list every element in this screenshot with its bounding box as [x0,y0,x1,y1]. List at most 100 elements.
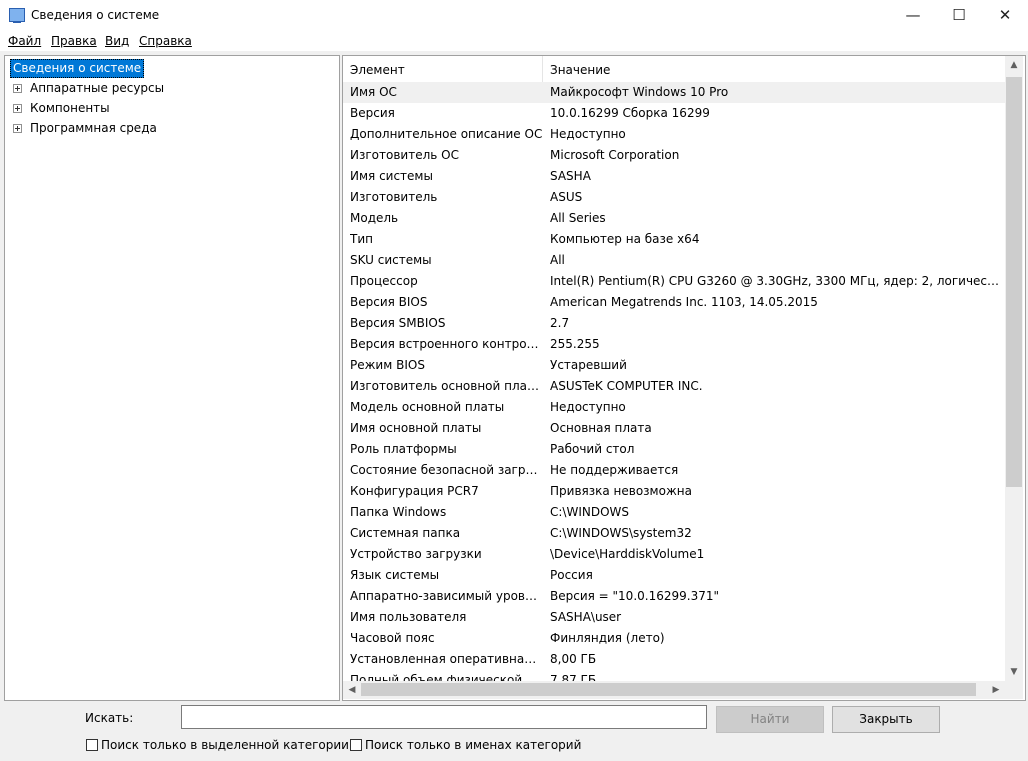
table-row[interactable]: Режим BIOS Устаревший [343,355,1005,376]
table-row[interactable]: Версия SMBIOS 2.7 [343,313,1005,334]
row-item-name: Изготовитель основной платы [350,379,543,393]
menu-file[interactable]: Файл [8,34,41,48]
details-list: Элемент Значение Имя ОС Майкрософт Window… [342,55,1026,701]
row-item-name: Изготовитель [350,190,438,204]
search-selected-category-label: Поиск только в выделенной категории [101,738,349,752]
table-row[interactable]: Состояние безопасной загруз... Не поддерж… [343,460,1005,481]
close-window-button[interactable]: ✕ [982,0,1028,31]
close-button[interactable]: Закрыть [832,706,940,733]
table-row[interactable]: Модель основной платы Недоступно [343,397,1005,418]
table-row[interactable]: Изготовитель основной платы ASUSTeK COMPU… [343,376,1005,397]
row-item-name: Версия встроенного контролл... [350,337,543,351]
row-item-value: Недоступно [550,127,626,141]
details-rows: Имя ОС Майкрософт Windows 10 Pro Версия 10.… [343,82,1005,682]
menu-bar: Файл Правка Вид Справка [0,31,1028,51]
table-row[interactable]: Версия встроенного контролл... 255.255 [343,334,1005,355]
search-selected-category-checkbox[interactable] [86,739,98,751]
table-row[interactable]: Установленная оперативная п... 8,00 ГБ [343,649,1005,670]
tree-item-system-summary[interactable]: Сведения о системе [10,59,145,78]
row-item-value: C:\WINDOWS\system32 [550,526,692,540]
table-row[interactable]: Изготовитель ASUS [343,187,1005,208]
scroll-down-icon[interactable]: ▼ [1005,663,1023,681]
vertical-scroll-thumb[interactable] [1006,77,1022,487]
search-category-names-checkbox[interactable] [350,739,362,751]
row-item-value: Привязка невозможна [550,484,692,498]
table-row[interactable]: Роль платформы Рабочий стол [343,439,1005,460]
row-item-value: Microsoft Corporation [550,148,680,162]
vertical-scrollbar[interactable]: ▲ ▼ [1005,56,1023,681]
row-item-value: Intel(R) Pentium(R) CPU G3260 @ 3.30GHz,… [550,274,1005,288]
maximize-button[interactable]: ☐ [936,0,982,31]
table-row[interactable]: Модель All Series [343,208,1005,229]
table-row[interactable]: SKU системы All [343,250,1005,271]
table-row[interactable]: Имя системы SASHA [343,166,1005,187]
horizontal-scrollbar[interactable]: ◀ ▶ [343,681,1005,699]
row-item-name: Папка Windows [350,505,447,519]
row-item-name: Версия [350,106,395,120]
row-item-name: Режим BIOS [350,358,425,372]
menu-view[interactable]: Вид [105,34,129,48]
minimize-button[interactable]: — [890,0,936,31]
menu-help[interactable]: Справка [139,34,192,48]
row-item-value: 8,00 ГБ [550,652,597,666]
row-item-name: Часовой пояс [350,631,435,645]
row-item-value: 2.7 [550,316,570,330]
row-item-name: Процессор [350,274,418,288]
find-button[interactable]: Найти [716,706,824,733]
row-item-name: Изготовитель ОС [350,148,459,162]
row-item-name: Системная папка [350,526,461,540]
row-item-value: ASUS [550,190,583,204]
row-item-value: All Series [550,211,606,225]
column-header-item[interactable]: Элемент [343,56,543,82]
row-item-value: Рабочий стол [550,442,635,456]
row-item-name: Версия BIOS [350,295,428,309]
scroll-left-icon[interactable]: ◀ [343,681,361,699]
table-row[interactable]: Имя пользователя SASHA\user [343,607,1005,628]
row-item-name: Имя основной платы [350,421,482,435]
search-category-names-label: Поиск только в именах категорий [365,738,582,752]
table-row[interactable]: Язык системы Россия [343,565,1005,586]
row-item-value: Недоступно [550,400,626,414]
scroll-right-icon[interactable]: ▶ [987,681,1005,699]
row-item-name: Конфигурация PCR7 [350,484,479,498]
search-input[interactable] [181,705,707,729]
category-tree: Сведения о системе Аппаратные ресурсы Ко… [4,55,340,701]
table-row[interactable]: Имя основной платы Основная плата [343,418,1005,439]
row-item-value: C:\WINDOWS [550,505,630,519]
row-item-value: ASUSTeK COMPUTER INC. [550,379,703,393]
row-item-value: Россия [550,568,593,582]
table-row[interactable]: Конфигурация PCR7 Привязка невозможна [343,481,1005,502]
table-row[interactable]: Тип Компьютер на базе x64 [343,229,1005,250]
row-item-value: American Megatrends Inc. 1103, 14.05.201… [550,295,818,309]
table-row[interactable]: Часовой пояс Финляндия (лето) [343,628,1005,649]
table-row[interactable]: Дополнительное описание ОС Недоступно [343,124,1005,145]
row-item-value: 255.255 [550,337,600,351]
row-item-value: Версия = "10.0.16299.371" [550,589,719,603]
table-row[interactable]: Версия 10.0.16299 Сборка 16299 [343,103,1005,124]
table-row[interactable]: Аппаратно-зависимый уровен... Версия = "1… [343,586,1005,607]
expand-icon[interactable] [13,84,22,93]
table-row[interactable]: Системная папка C:\WINDOWS\system32 [343,523,1005,544]
table-row[interactable]: Версия BIOS American Megatrends Inc. 1103… [343,292,1005,313]
system-info-icon [9,8,25,23]
table-row[interactable]: Изготовитель ОС Microsoft Corporation [343,145,1005,166]
row-item-name: Состояние безопасной загруз... [350,463,543,477]
row-item-value: All [550,253,565,267]
tree-item-software-environment[interactable]: Программная среда [5,118,335,138]
row-item-value: Устаревший [550,358,627,372]
horizontal-scroll-thumb[interactable] [361,683,976,696]
row-item-value: Основная плата [550,421,652,435]
expand-icon[interactable] [13,104,22,113]
tree-item-hardware-resources[interactable]: Аппаратные ресурсы [5,78,335,98]
table-row[interactable]: Устройство загрузки \Device\HarddiskVolum… [343,544,1005,565]
expand-icon[interactable] [13,124,22,133]
table-row[interactable]: Папка Windows C:\WINDOWS [343,502,1005,523]
column-header-value[interactable]: Значение [543,56,1005,82]
menu-edit[interactable]: Правка [51,34,97,48]
tree-item-components[interactable]: Компоненты [5,98,335,118]
scroll-up-icon[interactable]: ▲ [1005,56,1023,74]
table-row[interactable]: Процессор Intel(R) Pentium(R) CPU G3260 @… [343,271,1005,292]
table-row[interactable]: Имя ОС Майкрософт Windows 10 Pro [343,82,1005,103]
row-item-value: Компьютер на базе x64 [550,232,700,246]
row-item-value: SASHA\user [550,610,622,624]
